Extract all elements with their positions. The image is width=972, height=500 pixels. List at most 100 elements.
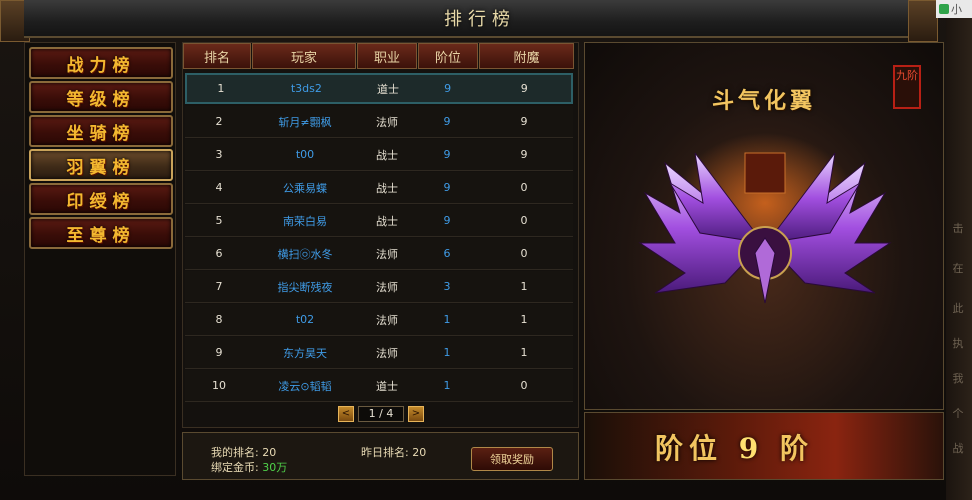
cell-job: 法师 [376, 313, 398, 327]
cell-rank: 3 [215, 148, 223, 161]
cell-enchant: 9 [520, 115, 528, 128]
tier-text: 阶位 9 阶 [655, 427, 814, 467]
cell-enchant: 0 [520, 181, 528, 194]
frame-corner-right [908, 0, 938, 42]
cell-rank: 8 [215, 313, 223, 326]
side-char: 我 [952, 372, 964, 385]
table-row[interactable]: 5 南荣白易 战士 9 0 [185, 205, 573, 237]
cell-player[interactable]: 横扫㉧水冬 [253, 246, 357, 262]
header-player: 玩家 [252, 43, 356, 69]
cell-tier: 6 [443, 247, 451, 260]
cell-player[interactable]: t00 [253, 148, 357, 161]
topright-label: 小 [951, 3, 962, 16]
nav-mount-ranking[interactable]: 坐骑榜 [29, 115, 173, 147]
nav-level-ranking[interactable]: 等级榜 [29, 81, 173, 113]
table-row[interactable]: 9 东方昊天 法师 1 1 [185, 337, 573, 369]
cell-job: 战士 [376, 181, 398, 195]
nav-supreme-ranking[interactable]: 至尊榜 [29, 217, 173, 249]
side-char: 执 [952, 337, 964, 350]
cell-player[interactable]: 南荣白易 [253, 213, 357, 229]
cell-rank: 5 [215, 214, 223, 227]
cell-job: 战士 [376, 148, 398, 162]
yesterday-rank-label: 昨日排名: [361, 446, 409, 459]
cell-tier: 1 [443, 346, 451, 359]
nav-label: 羽翼榜 [66, 157, 136, 178]
cell-player[interactable]: 东方昊天 [253, 345, 357, 361]
cell-player[interactable]: t3ds2 [255, 82, 358, 95]
topright-widget[interactable]: 小 [936, 0, 972, 18]
cell-tier: 9 [443, 214, 451, 227]
cell-enchant: 1 [520, 280, 528, 293]
prev-page-button[interactable]: < [338, 406, 354, 422]
table-row[interactable]: 2 斩月≠翾枫 法师 9 9 [185, 106, 573, 138]
side-char: 战 [952, 442, 964, 455]
cell-enchant: 1 [520, 313, 528, 326]
table-header: 排名 玩家 职业 阶位 附魔 [183, 43, 578, 71]
table-row[interactable]: 3 t00 战士 9 9 [185, 139, 573, 171]
cell-job: 法师 [376, 247, 398, 261]
cell-enchant: 1 [520, 346, 528, 359]
cell-rank: 2 [215, 115, 223, 128]
yesterday-rank-info: 昨日排名: 20 [361, 444, 426, 460]
cell-job: 法师 [376, 280, 398, 294]
cell-rank: 6 [215, 247, 223, 260]
header-rank: 排名 [183, 43, 251, 69]
wing-illustration [638, 133, 892, 304]
page-indicator[interactable]: 1 / 4 [358, 406, 404, 422]
cell-tier: 1 [443, 379, 451, 392]
tier-banner: 阶位 9 阶 [584, 412, 944, 480]
cell-player[interactable]: 斩月≠翾枫 [253, 114, 357, 130]
side-char: 击 [952, 222, 964, 235]
ranking-category-nav: 战力榜 等级榜 坐骑榜 羽翼榜 印绶榜 至尊榜 [24, 42, 176, 476]
cell-job: 战士 [376, 214, 398, 228]
cell-tier: 9 [444, 82, 452, 95]
table-row[interactable]: 6 横扫㉧水冬 法师 6 0 [185, 238, 573, 270]
cell-player[interactable]: 指尖断残夜 [253, 279, 357, 295]
cell-job: 法师 [376, 346, 398, 360]
nav-label: 印绶榜 [66, 191, 136, 212]
nav-label: 至尊榜 [66, 225, 136, 246]
cell-job: 道士 [376, 82, 399, 96]
table-row[interactable]: 1 t3ds2 道士 9 9 [185, 73, 573, 104]
cell-rank: 4 [215, 181, 223, 194]
table-row[interactable]: 8 t02 法师 1 1 [185, 304, 573, 336]
my-rank-label: 我的排名: [211, 446, 259, 459]
side-char: 此 [952, 302, 964, 315]
table-row[interactable]: 7 指尖断残夜 法师 3 1 [185, 271, 573, 303]
cell-player[interactable]: 凌云⊙韬韬 [253, 378, 357, 394]
cell-player[interactable]: 公乘易蝶 [253, 180, 357, 196]
window-title: 排行榜 [444, 9, 516, 30]
tier-suffix: 阶 [780, 432, 815, 465]
cell-rank: 7 [215, 280, 223, 293]
nav-seal-ranking[interactable]: 印绶榜 [29, 183, 173, 215]
wing-showcase: 斗气化翼 九阶 [584, 42, 944, 410]
header-enchant: 附魔 [479, 43, 574, 69]
ranking-table: 排名 玩家 职业 阶位 附魔 1 t3ds2 道士 9 9 2 斩月≠翾枫 法师… [182, 42, 579, 428]
right-edge-strip: 击 在 此 执 我 个 战 [946, 0, 972, 500]
tier-label: 阶位 [655, 432, 724, 465]
cell-job: 法师 [376, 115, 398, 129]
cell-enchant: 0 [520, 247, 528, 260]
cell-rank: 10 [212, 379, 226, 392]
cell-tier: 9 [443, 115, 451, 128]
nav-power-ranking[interactable]: 战力榜 [29, 47, 173, 79]
my-rank-value: 20 [262, 446, 277, 459]
next-page-button[interactable]: > [408, 406, 424, 422]
side-char: 在 [952, 262, 964, 275]
cell-enchant: 0 [520, 379, 528, 392]
my-ranking-info: 我的排名: 20 昨日排名: 20 绑定金币: 30万 领取奖励 [182, 432, 579, 480]
cell-rank: 9 [215, 346, 223, 359]
bound-gold-label: 绑定金币: [211, 461, 259, 474]
table-row[interactable]: 4 公乘易蝶 战士 9 0 [185, 172, 573, 204]
title-bar: 排行榜 [24, 0, 936, 38]
cell-enchant: 0 [520, 214, 528, 227]
cell-rank: 1 [217, 82, 225, 95]
nav-wing-ranking[interactable]: 羽翼榜 [29, 149, 173, 181]
claim-reward-button[interactable]: 领取奖励 [471, 447, 553, 471]
cell-tier: 3 [443, 280, 451, 293]
cell-player[interactable]: t02 [253, 313, 357, 326]
nav-label: 等级榜 [66, 89, 136, 110]
table-row[interactable]: 10 凌云⊙韬韬 道士 1 0 [185, 370, 573, 402]
cell-tier: 9 [443, 181, 451, 194]
header-tier: 阶位 [418, 43, 478, 69]
